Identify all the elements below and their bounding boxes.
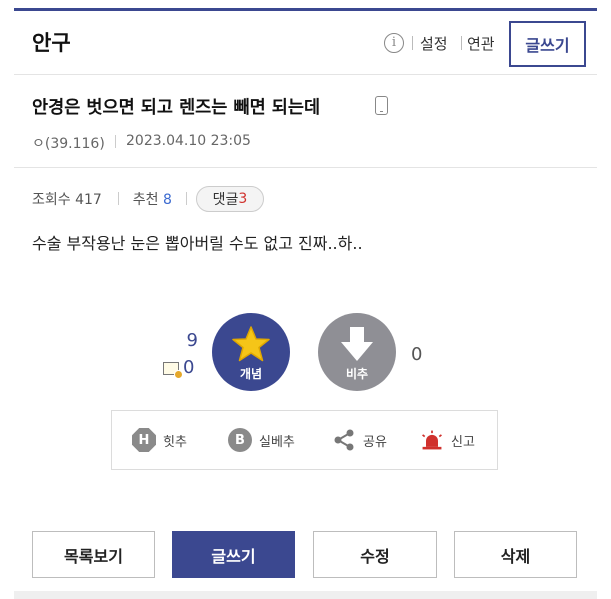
hit-icon: H	[132, 428, 156, 452]
related-link[interactable]: 연관	[467, 33, 495, 54]
write-button[interactable]: 글쓰기	[172, 531, 295, 578]
gallery-title[interactable]: 안구	[32, 27, 71, 57]
post-body: 수술 부작용난 눈은 뽑아버릴 수도 없고 진짜..하..	[32, 234, 363, 253]
recommend-count: 8	[162, 192, 172, 208]
settings-link[interactable]: 설정	[420, 33, 448, 54]
edit-button[interactable]: 수정	[313, 531, 437, 578]
star-icon	[232, 326, 270, 362]
post-date: 2023.04.10 23:05	[126, 133, 251, 149]
bottom-divider	[14, 591, 597, 599]
hit-recommend-button[interactable]: H 힛추	[132, 428, 187, 452]
real-best-button[interactable]: B 실베추	[228, 428, 295, 452]
post-title: 안경은 벗으면 되고 렌즈는 빼면 되는데	[32, 98, 321, 118]
share-label: 공유	[363, 434, 387, 450]
stats-divider	[186, 192, 187, 205]
upvote-count: 9	[186, 330, 198, 351]
share-icon	[332, 428, 356, 452]
real-best-label: 실베추	[259, 434, 295, 450]
upvote-label: 개념	[239, 367, 263, 381]
gallery-header: 안구 i 설정 연관 글쓰기	[14, 11, 597, 75]
info-icon[interactable]: i	[384, 33, 404, 53]
stats-divider	[118, 192, 119, 205]
view-count: 조회수 417	[32, 192, 102, 208]
downvote-button[interactable]: 비추	[318, 313, 396, 391]
post-stats: 조회수 417 추천 8	[32, 189, 172, 209]
report-label: 신고	[451, 434, 475, 450]
comment-count-pill[interactable]: 댓글 3	[196, 186, 264, 212]
fixed-user-count: 0	[183, 357, 195, 378]
post-author[interactable]: ㅇ(39.116)	[32, 133, 105, 153]
best-icon: B	[228, 428, 252, 452]
hit-label: 힛추	[163, 434, 187, 450]
comment-label: 댓글	[212, 192, 239, 208]
write-post-button[interactable]: 글쓰기	[509, 21, 586, 67]
post-actions-box: H 힛추 B 실베추 공유 신고	[111, 410, 498, 470]
comment-count: 3	[238, 191, 248, 207]
downvote-count: 0	[411, 344, 423, 365]
mobile-icon	[375, 96, 388, 115]
recommend-label: 추천	[132, 192, 159, 208]
fixed-user-icon	[163, 362, 183, 379]
upvote-button[interactable]: 개념	[212, 313, 290, 391]
meta-divider	[115, 135, 116, 148]
siren-icon	[420, 428, 444, 452]
header-divider	[412, 36, 413, 50]
list-view-button[interactable]: 목록보기	[32, 531, 155, 578]
post-header: 안경은 벗으면 되고 렌즈는 빼면 되는데 ㅇ(39.116) 2023.04.…	[14, 76, 597, 168]
delete-button[interactable]: 삭제	[454, 531, 577, 578]
downvote-label: 비추	[345, 367, 369, 381]
share-button[interactable]: 공유	[332, 428, 387, 452]
arrow-down-icon	[341, 327, 373, 361]
header-divider	[461, 36, 462, 50]
report-button[interactable]: 신고	[420, 428, 475, 452]
